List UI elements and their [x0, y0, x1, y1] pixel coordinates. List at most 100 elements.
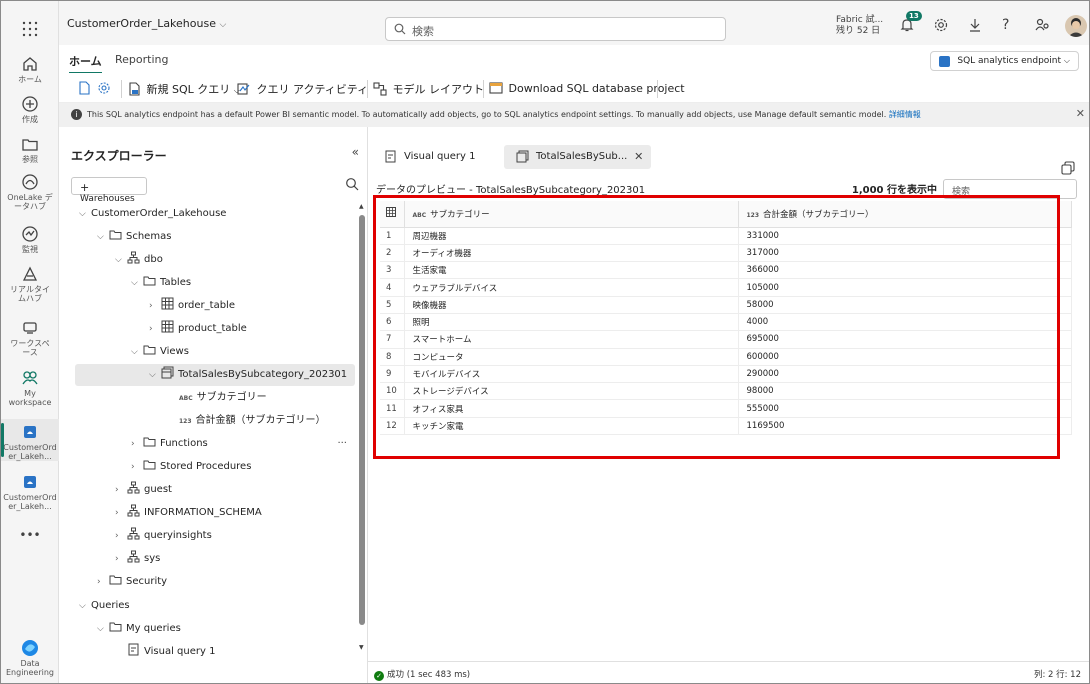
rail-browse[interactable]: 参照 — [1, 135, 59, 164]
query-status: ✓ 成功 (1 sec 483 ms) — [374, 668, 470, 681]
tree-tables[interactable]: ⌵ Tables — [131, 272, 191, 294]
share-people-icon — [1035, 18, 1049, 31]
chevron-down-icon: ⌵ — [1063, 56, 1070, 65]
query-tabs: Visual query 1 TotalSalesBySub... ✕ — [368, 141, 1089, 175]
tree-queries[interactable]: ⌵ Queries — [79, 595, 130, 617]
view-icon — [516, 150, 529, 163]
sql-endpoint-icon — [939, 56, 951, 67]
rail-create[interactable]: 作成 — [1, 95, 59, 124]
scroll-down-icon[interactable]: ▼ — [359, 644, 364, 651]
new-sql-query-button[interactable]: 新規 SQL クエリ ⌵ — [127, 81, 240, 97]
learn-more-link[interactable]: 詳細情報 — [889, 110, 921, 119]
folder-icon — [109, 230, 122, 240]
tree-schema-dbo[interactable]: ⌵ dbo — [115, 249, 163, 271]
tab-view-preview[interactable]: TotalSalesBySub... ✕ — [504, 145, 652, 169]
main-pane: Visual query 1 TotalSalesBySub... ✕ データの… — [368, 127, 1089, 683]
tree-stored-procedures[interactable]: › Stored Procedures — [131, 456, 251, 478]
lakehouse-icon — [24, 476, 36, 488]
gear-icon — [98, 82, 110, 94]
preview-title: データのプレビュー - TotalSalesBySubcategory_2023… — [376, 185, 646, 196]
close-icon[interactable]: ✕ — [1076, 107, 1085, 120]
rail-monitor[interactable]: 監視 — [1, 225, 59, 254]
help-icon[interactable]: ? — [1002, 17, 1020, 35]
explorer-title: エクスプローラー — [71, 149, 167, 163]
rail-lakehouse-2[interactable]: CustomerOrder_Lakeh... — [1, 473, 59, 511]
text-type-icon: ABC — [179, 395, 193, 402]
scroll-thumb[interactable] — [359, 215, 365, 625]
endpoint-switcher[interactable]: SQL analytics endpoint ⌵ — [930, 51, 1079, 71]
app-frame: ホーム 作成 参照 OneLake データハブ 監視 リアルタイムハブ ワークス… — [0, 0, 1090, 684]
folder-icon — [143, 276, 156, 286]
tree-my-queries[interactable]: ⌵ My queries — [97, 618, 181, 640]
monitor-icon — [22, 226, 38, 242]
workspace-selector[interactable]: CustomerOrder_Lakehouse ⌵ — [67, 17, 226, 30]
notifications-button[interactable]: 13 — [899, 11, 922, 35]
tree-schema-queryinsights[interactable]: › queryinsights — [115, 525, 212, 547]
copy-icon[interactable] — [1061, 161, 1075, 175]
chevron-down-icon: ⌵ — [79, 601, 86, 611]
avatar[interactable] — [1065, 15, 1087, 37]
query-activity-button[interactable]: クエリ アクティビティ — [237, 81, 368, 97]
chevron-down-icon: ⌵ — [149, 370, 156, 380]
toolbar-divider — [483, 80, 484, 98]
tree-column-subcategory[interactable]: ABC サブカテゴリー — [179, 387, 267, 409]
tree-visual-query[interactable]: Visual query 1 — [127, 641, 215, 663]
rail-my-workspace[interactable]: My workspace — [1, 369, 59, 407]
tree-schemas[interactable]: ⌵ Schemas — [97, 226, 171, 248]
new-item-button[interactable] — [77, 81, 93, 95]
collapse-pane-icon[interactable]: « — [352, 145, 359, 159]
search-icon[interactable] — [345, 177, 359, 191]
tree-views[interactable]: ⌵ Views — [131, 341, 189, 363]
rail-more-icon[interactable]: ••• — [1, 529, 59, 541]
visual-query-icon — [128, 643, 139, 656]
more-options-icon[interactable]: ··· — [337, 433, 347, 455]
scroll-up-icon[interactable]: ▲ — [359, 203, 364, 210]
tab-visual-query[interactable]: Visual query 1 — [372, 145, 485, 169]
tree-schema-guest[interactable]: › guest — [115, 479, 172, 501]
chevron-down-icon: ⌵ — [97, 624, 104, 634]
tree-column-total[interactable]: 123 合計金額（サブカテゴリー） — [179, 410, 326, 432]
tab-reporting[interactable]: Reporting — [115, 53, 168, 66]
rail-home[interactable]: ホーム — [1, 55, 59, 84]
table-icon — [161, 320, 174, 333]
schema-icon — [127, 527, 140, 540]
rail-onelake[interactable]: OneLake データハブ — [1, 173, 59, 211]
rail-realtime[interactable]: リアルタイムハブ — [1, 265, 59, 303]
feedback-button[interactable] — [1034, 17, 1052, 35]
trial-status[interactable]: Fabric 試... 残り 52 日 — [836, 15, 883, 37]
explorer-pane: エクスプローラー « + Warehouses ⌵ CustomerOrder_L… — [59, 127, 368, 683]
rail-lakehouse-active[interactable]: CustomerOrder_Lakeh... — [1, 419, 59, 461]
tab-home[interactable]: ホーム — [69, 53, 102, 74]
model-layout-button[interactable]: モデル レイアウト — [373, 81, 484, 97]
tree-functions[interactable]: › Functions ··· — [131, 433, 351, 455]
tree-product-table[interactable]: › product_table — [149, 318, 247, 340]
download-sql-project-button[interactable]: Download SQL database project — [489, 81, 685, 95]
chevron-right-icon: › — [149, 301, 153, 311]
app-launcher-icon[interactable] — [22, 21, 38, 37]
view-icon — [161, 366, 174, 379]
chevron-right-icon: › — [131, 462, 135, 472]
add-warehouses-button[interactable]: + Warehouses — [71, 177, 147, 204]
settings-button[interactable] — [933, 17, 951, 35]
settings-tool-button[interactable] — [97, 81, 113, 95]
chevron-down-icon: ⌵ — [97, 232, 104, 242]
folder-icon — [109, 575, 122, 585]
database-project-icon — [489, 82, 503, 94]
global-search-input[interactable]: 検索 — [385, 17, 726, 41]
gear-icon — [934, 18, 948, 32]
tree-schema-information[interactable]: › INFORMATION_SCHEMA — [115, 502, 262, 524]
chevron-down-icon: ⌵ — [131, 278, 138, 288]
tree-order-table[interactable]: › order_table — [149, 295, 235, 317]
row-count: 1,000 行を表示中 — [851, 185, 937, 196]
close-tab-icon[interactable]: ✕ — [634, 150, 643, 163]
tree-schema-sys[interactable]: › sys — [115, 548, 160, 570]
tree-view-selected[interactable]: ⌵ TotalSalesBySubcategory_202301 — [75, 364, 355, 386]
download-button[interactable] — [967, 17, 985, 35]
explorer-scrollbar[interactable]: ▲ ▼ — [359, 203, 365, 651]
chevron-down-icon: ⌵ — [219, 20, 227, 30]
tree-security[interactable]: › Security — [97, 571, 167, 593]
rail-workspaces[interactable]: ワークスペース — [1, 319, 59, 357]
tree-lakehouse[interactable]: ⌵ CustomerOrder_Lakehouse — [79, 203, 226, 225]
rail-data-engineering[interactable]: Data Engineering — [1, 639, 59, 677]
info-banner: i This SQL analytics endpoint has a defa… — [59, 103, 1089, 127]
